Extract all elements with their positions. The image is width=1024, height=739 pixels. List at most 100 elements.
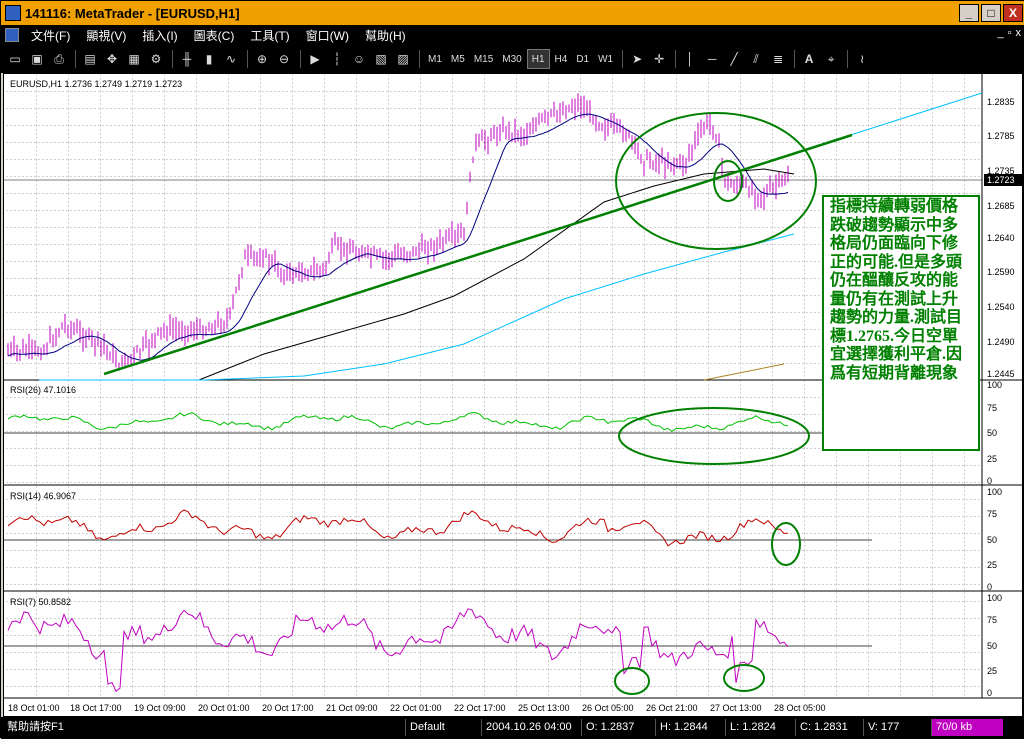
time-label: 28 Oct 05:00: [774, 703, 826, 713]
price-label: 1.2590: [987, 267, 1015, 277]
analysis-annotation[interactable]: 指標持續轉弱價格跌破趨勢顯示中多格局仍面臨向下修正的可能.但是多頭仍在醞釀反攻的…: [822, 195, 980, 451]
tf-h1[interactable]: H1: [526, 49, 550, 69]
rsi14-level: 75: [987, 509, 997, 519]
app-icon: [5, 5, 21, 21]
status-traffic: 70/0 kb: [931, 719, 1003, 736]
fibonacci-icon[interactable]: ≣: [768, 49, 788, 69]
price-axis: 1.2835 1.2785 1.2735 1.2685 1.2640 1.259…: [987, 97, 1015, 379]
rsi26-level: 50: [987, 428, 997, 438]
tf-w1[interactable]: W1: [594, 49, 617, 69]
price-label: 1.2835: [987, 97, 1015, 107]
status-help: 幫助請按F1: [7, 721, 64, 733]
title-bar[interactable]: 141116: MetaTrader - [EURUSD,H1] _ □ X: [1, 1, 1024, 25]
time-axis: 18 Oct 01:00 18 Oct 17:00 19 Oct 09:00 2…: [8, 703, 826, 713]
price-label: 1.2540: [987, 302, 1015, 312]
time-label: 19 Oct 09:00: [134, 703, 186, 713]
save-icon[interactable]: ▣: [27, 49, 47, 69]
market-watch-icon[interactable]: ▤: [80, 49, 100, 69]
status-volume: V: 177: [863, 719, 903, 736]
period-icon[interactable]: ▨: [393, 49, 413, 69]
time-label: 22 Oct 17:00: [454, 703, 506, 713]
candle-chart-icon[interactable]: ▮: [199, 49, 219, 69]
rsi14-levels: 100 75 50 25 0: [987, 487, 1002, 592]
rsi14-level: 50: [987, 535, 997, 545]
time-label: 26 Oct 21:00: [646, 703, 698, 713]
cursor-icon[interactable]: ➤: [627, 49, 647, 69]
tester-icon[interactable]: ⚙: [146, 49, 166, 69]
rsi26-level: 0: [987, 476, 992, 486]
rsi7-pane[interactable]: RSI(7) 50.8582 100 75 50 25 0: [4, 591, 1023, 699]
mdi-minimize-button[interactable]: _: [997, 27, 1003, 39]
price-label: 1.2785: [987, 131, 1015, 141]
time-label: 20 Oct 17:00: [262, 703, 314, 713]
fibo-fan-icon[interactable]: ≀: [852, 49, 872, 69]
tf-m15[interactable]: M15: [470, 49, 497, 69]
expert-icon[interactable]: ☺: [349, 49, 369, 69]
line-chart-icon[interactable]: ∿: [221, 49, 241, 69]
status-profile[interactable]: Default: [405, 719, 449, 736]
menu-bar: 文件(F) 顯視(V) 插入(I) 圖表(C) 工具(T) 窗口(W) 幫助(H…: [1, 25, 1024, 45]
toolbar: ▭ ▣ ⎙ ▤ ✥ ▦ ⚙ ╫ ▮ ∿ ⊕ ⊖ ▶ ┆ ☺ ▧ ▨ M1 M5 …: [1, 45, 1024, 73]
status-datetime: 2004.10.26 04:00: [481, 719, 576, 736]
rsi7-level: 75: [987, 615, 997, 625]
vertical-line-icon[interactable]: │: [680, 49, 700, 69]
mdi-close-button[interactable]: x: [1016, 27, 1022, 39]
status-high: H: 1.2844: [655, 719, 712, 736]
print-icon[interactable]: ⎙: [49, 49, 69, 69]
rsi14-level: 0: [987, 582, 992, 592]
rsi14-level: 25: [987, 560, 997, 570]
time-label: 26 Oct 05:00: [582, 703, 634, 713]
autoscroll-icon[interactable]: ▶: [305, 49, 325, 69]
rsi26-level: 25: [987, 454, 997, 464]
rsi26-level: 100: [987, 380, 1002, 390]
menu-view[interactable]: 顯視(V): [78, 27, 134, 44]
tf-m30[interactable]: M30: [498, 49, 525, 69]
tf-h4[interactable]: H4: [551, 49, 572, 69]
tf-d1[interactable]: D1: [572, 49, 593, 69]
trendline-icon[interactable]: ╱: [724, 49, 744, 69]
tf-m1[interactable]: M1: [424, 49, 446, 69]
time-label: 22 Oct 01:00: [390, 703, 442, 713]
zoom-in-icon[interactable]: ⊕: [252, 49, 272, 69]
time-label: 25 Oct 13:00: [518, 703, 570, 713]
menu-charts[interactable]: 圖表(C): [186, 27, 243, 44]
navigator-icon[interactable]: ✥: [102, 49, 122, 69]
zoom-out-icon[interactable]: ⊖: [274, 49, 294, 69]
menu-help[interactable]: 幫助(H): [357, 27, 414, 44]
menu-insert[interactable]: 插入(I): [134, 27, 185, 44]
price-label: 1.2685: [987, 201, 1015, 211]
rsi7-header: RSI(7) 50.8582: [10, 597, 71, 607]
window-title: 141116: MetaTrader - [EURUSD,H1]: [25, 5, 240, 21]
minimize-button[interactable]: _: [959, 4, 979, 22]
label-icon[interactable]: ⌖: [821, 49, 841, 69]
text-icon[interactable]: A: [799, 49, 819, 69]
main-chart-header: EURUSD,H1 1.2736 1.2749 1.2719 1.2723: [10, 79, 182, 89]
mdi-restore-button[interactable]: ▫: [1008, 27, 1012, 39]
terminal-icon[interactable]: ▦: [124, 49, 144, 69]
template-icon[interactable]: ▧: [371, 49, 391, 69]
new-chart-icon[interactable]: ▭: [5, 49, 25, 69]
rsi14-pane[interactable]: RSI(14) 46.9067 100 75 50 25 0: [4, 485, 1023, 592]
menu-tools[interactable]: 工具(T): [242, 27, 297, 44]
status-bar: 幫助請按F1 Default 2004.10.26 04:00 O: 1.283…: [1, 717, 1024, 739]
close-button[interactable]: X: [1003, 4, 1023, 22]
metatrader-window: 141116: MetaTrader - [EURUSD,H1] _ □ X 文…: [0, 0, 1024, 739]
chart-shift-icon[interactable]: ┆: [327, 49, 347, 69]
channel-icon[interactable]: ⫽: [746, 49, 766, 69]
crosshair-icon[interactable]: ✛: [649, 49, 669, 69]
time-label: 20 Oct 01:00: [198, 703, 250, 713]
time-label: 18 Oct 01:00: [8, 703, 60, 713]
rsi7-levels: 100 75 50 25 0: [987, 593, 1002, 698]
chart-window-icon[interactable]: [5, 28, 19, 42]
time-label: 27 Oct 13:00: [710, 703, 762, 713]
tf-m5[interactable]: M5: [447, 49, 469, 69]
chart-area[interactable]: EURUSD,H1 1.2736 1.2749 1.2719 1.2723 1.…: [3, 73, 1023, 717]
menu-window[interactable]: 窗口(W): [298, 27, 357, 44]
menu-file[interactable]: 文件(F): [23, 27, 78, 44]
maximize-button[interactable]: □: [981, 4, 1001, 22]
horizontal-line-icon[interactable]: ─: [702, 49, 722, 69]
bar-chart-icon[interactable]: ╫: [177, 49, 197, 69]
status-open: O: 1.2837: [581, 719, 638, 736]
rsi7-level: 25: [987, 666, 997, 676]
rsi26-levels: 100 75 50 25 0: [987, 380, 1002, 486]
